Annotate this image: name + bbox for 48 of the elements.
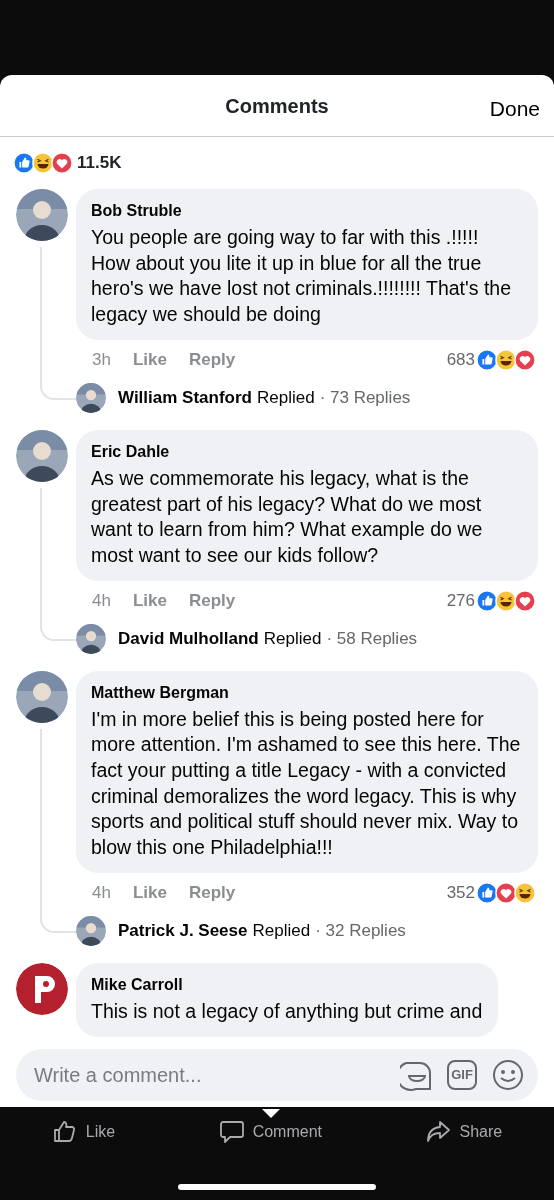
action-button[interactable]: Share [419,1115,509,1149]
replies-link[interactable]: · 58 Replies [326,625,418,652]
comment-icon [218,1119,245,1145]
action-button[interactable]: Like [45,1115,122,1149]
reaction-count: 11.5K [77,152,122,175]
comment-text: I'm in more belief this is being posted here for more attention. I'm ashamed to see this here. The fact your putting a title Legacy - with a convicted criminal demoralizes the word legacy. This is why sports and political stuff should never mix. Way to blow this one Philadelphia!!! [91,706,522,861]
like-reaction-icon [476,881,498,904]
comment-text: You people are going way to far with this .!!!!! How about you lite it up in blue for all the true hero's we have lost not criminals.!!!!!!!! That's the legacy we should be doing [91,225,513,328]
comment-field[interactable]: Write a comment... GIF [16,1049,538,1101]
comment-text: This is not a legacy of anything but crime and [91,998,483,1024]
heart-reaction-icon [51,152,73,174]
comment-text: As we commemorate his legacy, what is the greatest part of his legacy? What do we most want to learn from him? What example do we most want to see our kids follow? [91,465,484,568]
reaction-count: 683 [446,349,475,372]
replied-label: Replied [256,387,315,410]
sticker-icon[interactable] [400,1059,432,1091]
replier-name[interactable]: Patrick J. Seese [118,918,248,944]
heart-reaction-icon [514,348,536,371]
laughing-reaction-icon [495,589,517,612]
like-reaction-icon [476,589,498,612]
comment-time: 4h [92,589,111,612]
comment-time: 3h [92,349,111,372]
gif-button[interactable]: GIF [447,1060,477,1090]
laughing-reaction-icon [32,152,54,174]
done-button[interactable]: Done [489,93,540,125]
commenter-name[interactable]: Matthew Bergman [91,680,522,705]
reaction-count: 276 [446,589,475,612]
reaction-count: 352 [446,882,475,905]
sheet-title: Comments [225,93,329,119]
replied-label: Replied [263,627,322,650]
commenter-name[interactable]: Mike Carroll [91,972,483,997]
emoji-icon[interactable] [492,1059,524,1091]
heart-reaction-icon [514,589,536,612]
comment-time: 4h [92,882,111,905]
replies-link[interactable]: · 32 Replies [315,918,406,944]
like-reaction-icon [13,152,35,174]
commenter-name[interactable]: Bob Struble [91,199,522,223]
laughing-reaction-icon [514,881,536,904]
share-icon [425,1119,452,1145]
action-button[interactable]: Comment [212,1115,328,1149]
like-icon [51,1119,78,1145]
replied-label: Replied [252,920,311,943]
replier-name[interactable]: William Stanford [118,385,252,411]
like-reaction-icon [476,348,498,371]
laughing-reaction-icon [495,348,517,371]
heart-reaction-icon [495,881,517,904]
commenter-name[interactable]: Eric Dahle [91,439,522,464]
replies-link[interactable]: · 73 Replies [319,385,411,411]
replier-name[interactable]: David Mulholland [118,625,259,652]
